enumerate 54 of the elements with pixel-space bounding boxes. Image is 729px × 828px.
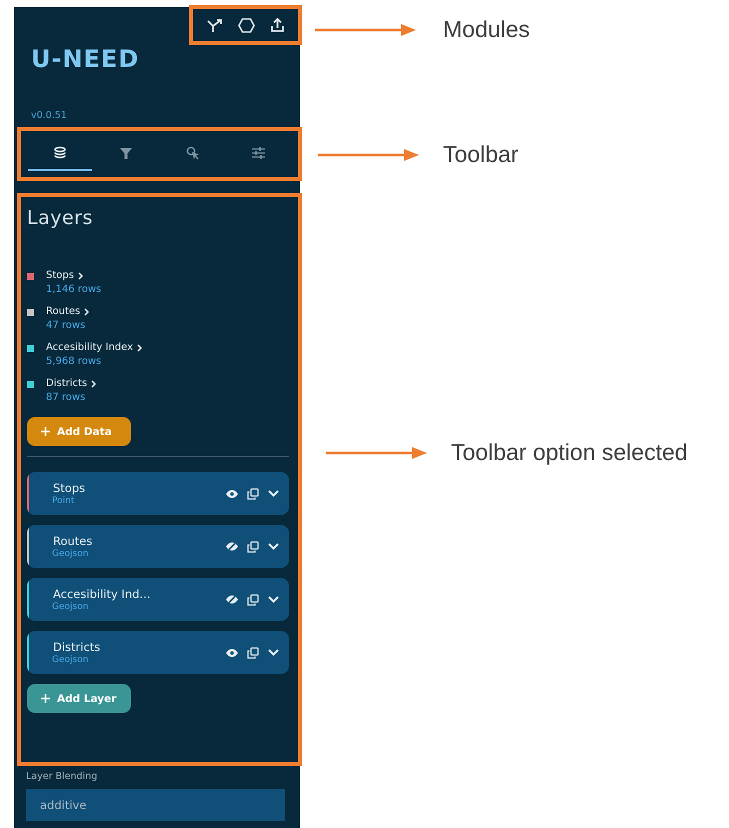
- annotation-label: Modules: [443, 18, 530, 41]
- layer-name: Accesibility Ind...: [53, 587, 152, 601]
- dataset-name[interactable]: Stops: [46, 270, 74, 281]
- field-label: Layer Blending: [26, 771, 98, 782]
- duplicate-icon[interactable]: [247, 646, 259, 658]
- layer-blending-field[interactable]: additive: [26, 789, 285, 821]
- layer-type: Geojson: [52, 655, 90, 665]
- add-layer-button[interactable]: Add Layer: [27, 684, 131, 713]
- app-title: U-NEED: [31, 45, 140, 73]
- chevron-right-icon: [84, 308, 90, 316]
- annotation-label: Toolbar option selected: [451, 441, 688, 464]
- layers-icon: [53, 146, 68, 160]
- layer-card[interactable]: Routes Geojson: [27, 525, 289, 568]
- chevron-right-icon: [137, 344, 142, 352]
- chevron-down-icon[interactable]: [268, 649, 279, 656]
- chevron-right-icon: [78, 272, 83, 280]
- hexagon-icon[interactable]: [238, 18, 256, 32]
- chevron-down-icon[interactable]: [268, 543, 279, 550]
- upload-icon[interactable]: [271, 18, 284, 32]
- dataset-name[interactable]: Accesibility Index: [46, 342, 134, 353]
- duplicate-icon[interactable]: [247, 488, 259, 500]
- layer-type: Point: [52, 496, 76, 506]
- layer-card[interactable]: Accesibility Ind... Geojson: [27, 578, 289, 621]
- cursor-icon: [186, 146, 200, 160]
- layer-type: Geojson: [52, 602, 90, 612]
- row-count: 1,146 rows: [46, 284, 102, 295]
- layer-name: Stops: [53, 481, 86, 495]
- sliders-icon: [252, 147, 266, 159]
- layer-name: Routes: [53, 534, 94, 548]
- row-count: 87 rows: [46, 392, 86, 403]
- row-count: 5,968 rows: [46, 356, 102, 367]
- duplicate-icon[interactable]: [247, 594, 259, 606]
- panel-title: Layers: [27, 207, 94, 229]
- chevron-down-icon[interactable]: [268, 596, 279, 603]
- dataset-name[interactable]: Routes: [46, 306, 80, 317]
- chevron-down-icon[interactable]: [268, 490, 279, 497]
- eye-slash-icon[interactable]: [226, 542, 238, 551]
- duplicate-icon[interactable]: [247, 540, 259, 552]
- annotation-label: Toolbar: [443, 143, 518, 166]
- layer-card[interactable]: Districts Geojson: [27, 631, 289, 674]
- chevron-right-icon: [91, 380, 96, 388]
- layer-type: Geojson: [52, 549, 90, 559]
- layer-card[interactable]: Stops Point: [27, 472, 289, 515]
- row-count: 47 rows: [46, 320, 86, 331]
- merge-arrow-icon[interactable]: [206, 18, 223, 32]
- plus-icon: [41, 427, 50, 436]
- layer-name: Districts: [53, 640, 102, 654]
- eye-icon[interactable]: [226, 490, 238, 498]
- eye-slash-icon[interactable]: [226, 595, 238, 604]
- version-label: v0.0.51: [31, 110, 67, 121]
- plus-icon: [41, 694, 50, 703]
- filter-icon: [120, 146, 132, 160]
- eye-icon[interactable]: [226, 648, 238, 656]
- dataset-name[interactable]: Districts: [46, 378, 88, 389]
